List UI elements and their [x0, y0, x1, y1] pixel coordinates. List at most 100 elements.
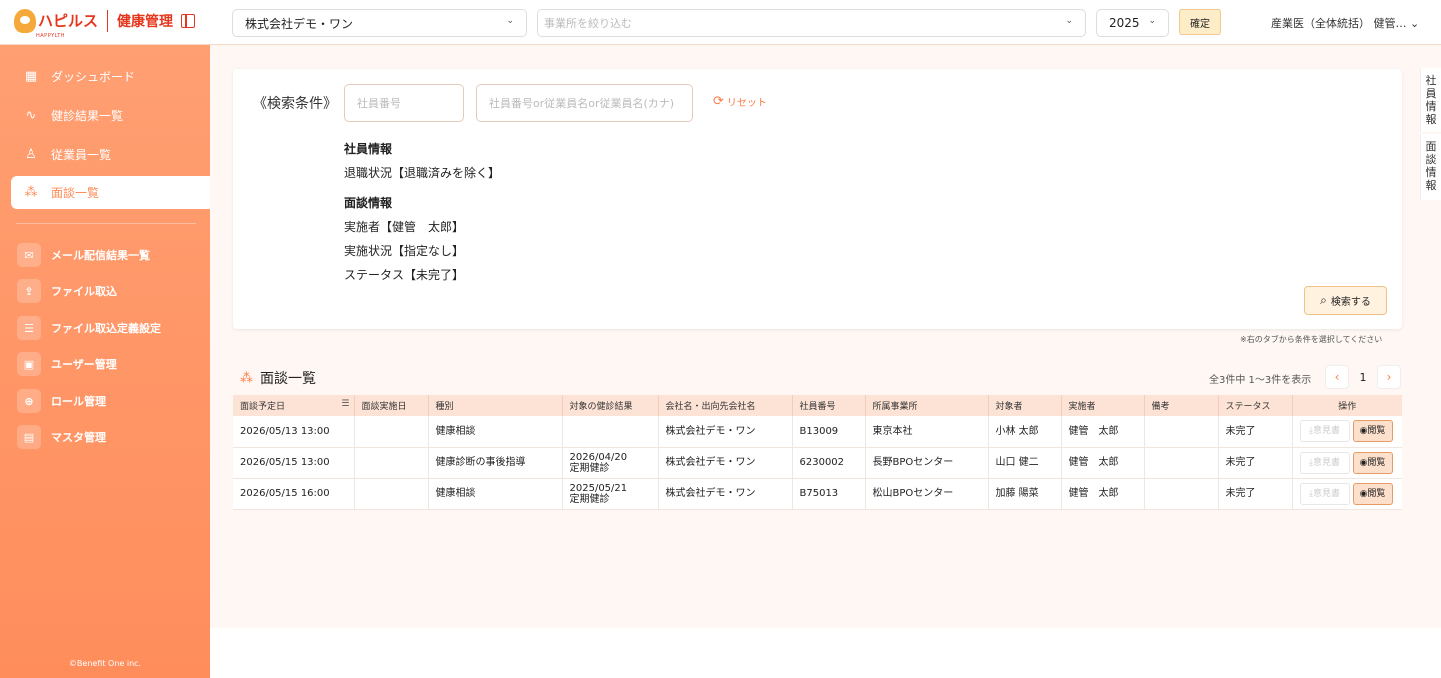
sidebar-item-mail-results[interactable]: ✉ メール配信結果一覧	[17, 243, 150, 267]
cell-date: 2026/05/15 16:00	[233, 478, 354, 510]
cell-exam: 2026/04/20 定期健診	[561, 447, 658, 479]
sidebar-item-label: ユーザー管理	[51, 358, 117, 371]
cell-memo	[1143, 447, 1218, 479]
sidebar-item-employees[interactable]: ♙ 従業員一覧	[11, 138, 210, 171]
column-header: 対象の健診結果	[561, 395, 658, 416]
condition-group-heading: 社員情報	[344, 142, 393, 156]
table-row[interactable]: 2026/05/15 16:00 健康相談 2025/05/21 定期健診 株式会…	[233, 478, 1402, 510]
column-header: 社員番号	[791, 395, 865, 416]
pager-info: 全3件中 1〜3件を表示	[1209, 375, 1312, 386]
list-title: ⁂ 面談一覧	[240, 368, 316, 388]
sidebar-item-label: ファイル取込	[51, 285, 117, 298]
cell-done	[353, 478, 428, 510]
role-icon: ⊕	[17, 389, 41, 413]
column-header: ステータス	[1217, 395, 1292, 416]
cell-company: 株式会社デモ・ワン	[657, 416, 792, 448]
sidebar-item-label: ロール管理	[51, 395, 106, 408]
year-select[interactable]: 2025 ⌄	[1096, 9, 1169, 37]
confirm-button[interactable]: 確定	[1179, 9, 1221, 35]
sidebar-item-checkup-results[interactable]: ∿ 健診結果一覧	[11, 99, 210, 132]
condition-item: ステータス【未完了】	[344, 268, 465, 282]
page-number[interactable]: 1	[1351, 365, 1375, 389]
sidebar-item-role-management[interactable]: ⊕ ロール管理	[17, 389, 106, 413]
cell-office: 松山BPOセンター	[864, 478, 988, 510]
sidebar-divider	[16, 223, 196, 224]
group-icon: ⁂	[240, 370, 253, 386]
search-note: ※右のタブから条件を選択してください	[1240, 335, 1383, 344]
condition-group-heading: 面談情報	[344, 196, 393, 210]
company-select[interactable]: 株式会社デモ・ワン ⌄	[232, 9, 527, 37]
tab-interview-info[interactable]: 面談情報	[1420, 134, 1441, 200]
opinion-download-button[interactable]: ⤓意見書	[1299, 482, 1350, 505]
search-icon: ⌕	[1320, 293, 1327, 307]
view-button[interactable]: ◉閲覧	[1352, 482, 1393, 505]
cell-office: 東京本社	[864, 416, 988, 448]
sidebar-item-interviews[interactable]: ⁂ 面談一覧	[11, 176, 210, 209]
cell-actions: ⤓意見書 ◉閲覧	[1291, 447, 1402, 479]
search-button[interactable]: ⌕ 検索する	[1304, 286, 1387, 315]
sidebar-item-label: マスタ管理	[51, 431, 106, 444]
opinion-download-button[interactable]: ⤓意見書	[1299, 451, 1350, 474]
prev-page-button[interactable]: ‹	[1325, 365, 1349, 389]
reset-button[interactable]: ⟳ リセット	[713, 94, 767, 109]
pulse-icon: ∿	[25, 108, 37, 123]
company-select-value: 株式会社デモ・ワン	[245, 16, 354, 31]
refresh-icon: ⟳	[713, 94, 724, 109]
person-icon: ♙	[25, 147, 37, 162]
brand-logo[interactable]: ハピルス HAPPYLTH 健康管理	[14, 8, 196, 39]
mail-icon: ✉	[17, 243, 41, 267]
sidebar-item-label: ファイル取込定義設定	[51, 322, 161, 335]
cell-office: 長野BPOセンター	[864, 447, 988, 479]
app-name: 健康管理	[117, 14, 174, 30]
user-menu[interactable]: 産業医（全体統括） 健管… ⌄	[1271, 15, 1419, 31]
cell-employee-no: 6230002	[791, 447, 865, 479]
sidebar-item-master-management[interactable]: ▤ マスタ管理	[17, 425, 106, 449]
master-icon: ▤	[17, 425, 41, 449]
sidebar-item-user-management[interactable]: ▣ ユーザー管理	[17, 352, 117, 376]
cell-target: 山口 健二	[987, 447, 1061, 479]
cell-memo	[1143, 478, 1218, 510]
cell-employee-no: B75013	[791, 478, 865, 510]
sidebar-item-import-settings[interactable]: ☰ ファイル取込定義設定	[17, 316, 161, 340]
cell-target: 小林 太郎	[987, 416, 1061, 448]
office-filter-select[interactable]: 事業所を絞り込む ⌄	[537, 9, 1086, 37]
sidebar-item-label: メール配信結果一覧	[51, 249, 150, 262]
view-button[interactable]: ◉閲覧	[1352, 451, 1393, 474]
next-page-button[interactable]: ›	[1377, 365, 1401, 389]
sidebar-item-file-import[interactable]: ⇪ ファイル取込	[17, 279, 117, 303]
sidebar-item-label: 健診結果一覧	[51, 109, 124, 123]
column-header: 実施者	[1060, 395, 1144, 416]
column-header: 面談実施日	[353, 395, 428, 416]
cell-type: 健康診断の事後指導	[427, 447, 562, 479]
logo-divider	[107, 10, 109, 32]
cell-date: 2026/05/15 13:00	[233, 447, 354, 479]
upload-icon: ⇪	[17, 279, 41, 303]
logo-mark-icon	[14, 9, 36, 33]
top-bar: ハピルス HAPPYLTH 健康管理 株式会社デモ・ワン ⌄ 事業所を絞り込む …	[0, 0, 1441, 45]
cell-doer: 健管 太郎	[1060, 478, 1144, 510]
cell-company: 株式会社デモ・ワン	[657, 447, 792, 479]
sort-icon[interactable]: ☰	[341, 399, 349, 409]
column-header[interactable]: 面談予定日 ☰	[233, 395, 354, 416]
employee-number-input[interactable]: 社員番号	[344, 84, 464, 122]
user-card-icon: ▣	[17, 352, 41, 376]
opinion-download-button[interactable]: ⤓意見書	[1299, 420, 1350, 443]
year-select-value: 2025	[1109, 16, 1140, 30]
sidebar-item-dashboard[interactable]: ▦ ダッシュボード	[11, 60, 210, 93]
employee-name-input[interactable]: 社員番号or従業員名or従業員名(カナ)	[476, 84, 693, 122]
tab-employee-info[interactable]: 社員情報	[1420, 68, 1441, 132]
table-row[interactable]: 2026/05/13 13:00 健康相談 株式会社デモ・ワン B13009 東…	[233, 416, 1402, 448]
table-row[interactable]: 2026/05/15 13:00 健康診断の事後指導 2026/04/20 定期健…	[233, 447, 1402, 479]
sidebar: ▦ ダッシュボード ∿ 健診結果一覧 ♙ 従業員一覧 ⁂ 面談一覧 ✉ メール配…	[0, 45, 210, 678]
cell-doer: 健管 太郎	[1060, 447, 1144, 479]
sidebar-item-label: 従業員一覧	[51, 148, 112, 162]
cell-doer: 健管 太郎	[1060, 416, 1144, 448]
view-button[interactable]: ◉閲覧	[1352, 420, 1393, 443]
main-content: 《検索条件》 社員番号 社員番号or従業員名or従業員名(カナ) ⟳ リセット …	[210, 45, 1441, 628]
cell-exam: 2025/05/21 定期健診	[561, 478, 658, 510]
chevron-down-icon: ⌄	[1065, 16, 1073, 26]
sidebar-toggle-icon[interactable]	[181, 14, 196, 28]
brand-sub: HAPPYLTH	[36, 33, 66, 39]
group-icon: ⁂	[24, 185, 38, 200]
list-title-text: 面談一覧	[260, 371, 316, 387]
